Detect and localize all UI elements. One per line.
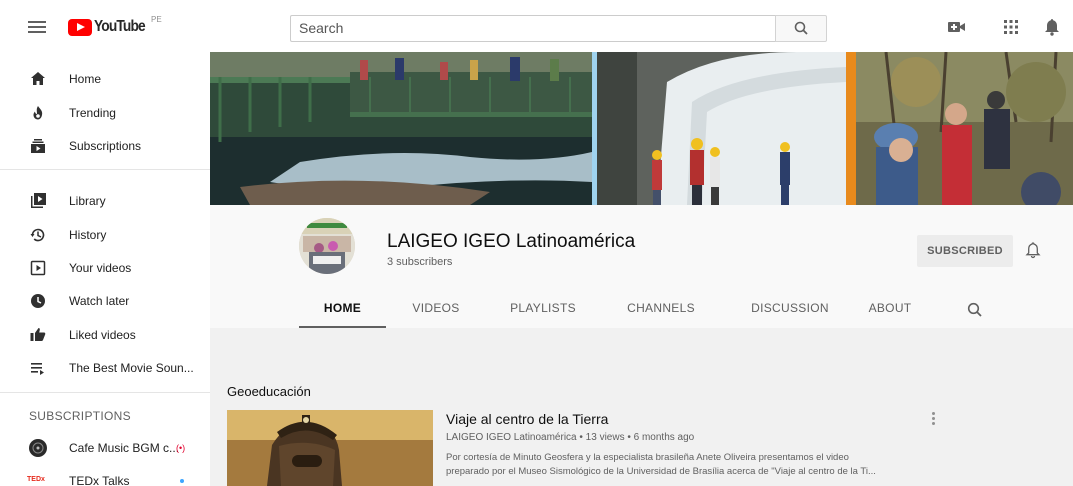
tab-about[interactable]: ABOUT (865, 293, 915, 328)
channel-content: Geoeducación Viaje al centro de la Tierr… (210, 328, 1073, 486)
sidebar-item-label: Trending (69, 105, 116, 120)
shelf-title[interactable]: Geoeducación (227, 384, 311, 399)
channel-name: LAIGEO IGEO Latinoamérica (387, 231, 636, 252)
logo-text: YouTube (94, 18, 146, 35)
sidebar-item-watch-later[interactable]: Watch later (0, 284, 210, 317)
create-video-icon[interactable] (948, 20, 966, 34)
youtube-logo[interactable]: YouTube PE (68, 15, 162, 38)
sidebar-item-label: Library (69, 193, 106, 208)
channel-avatar: TEDx (27, 476, 45, 483)
sidebar-subscription-tedx-talks[interactable]: TEDx TEDx Talks (0, 464, 210, 486)
sidebar-item-label: The Best Movie Soun... (69, 360, 194, 375)
home-icon (31, 72, 45, 85)
video-thumbnail[interactable] (227, 410, 433, 486)
notification-bell-icon[interactable] (1023, 240, 1043, 260)
your-videos-icon (30, 260, 46, 276)
sidebar-item-home[interactable]: Home (0, 62, 210, 95)
sidebar-item-liked-videos[interactable]: Liked videos (0, 318, 210, 351)
video-description-line: preparado por el Museo Sismológico de la… (446, 466, 876, 477)
search-button[interactable] (775, 15, 827, 42)
sidebar: Home Trending Subscriptions Library Hist… (0, 52, 210, 486)
new-content-dot (180, 479, 184, 483)
tab-channels[interactable]: CHANNELS (620, 293, 702, 328)
banner-image-waterfall (210, 52, 592, 205)
search-input[interactable]: Search (290, 15, 775, 42)
video-meta: LAIGEO IGEO Latinoamérica • 13 views • 6… (446, 432, 695, 443)
playlist-icon (31, 363, 44, 375)
sidebar-item-label: TEDx Talks (69, 473, 130, 486)
video-title[interactable]: Viaje al centro de la Tierra (446, 411, 608, 427)
sidebar-item-label: Subscriptions (69, 138, 142, 153)
watch-later-icon (31, 294, 45, 308)
sidebar-item-history[interactable]: History (0, 218, 210, 251)
notifications-bell-icon[interactable] (1044, 18, 1060, 36)
banner-image-workers (597, 52, 846, 205)
tab-playlists[interactable]: PLAYLISTS (503, 293, 583, 328)
sidebar-item-label: Watch later (69, 293, 130, 308)
top-bar: YouTube PE Search (0, 0, 1073, 52)
subscriptions-section-title: SUBSCRIPTIONS (29, 409, 131, 423)
thumbs-up-icon (30, 328, 46, 341)
menu-icon[interactable] (28, 21, 46, 34)
sidebar-item-label: Cafe Music BGM c... (69, 440, 180, 455)
youtube-play-icon (68, 19, 92, 36)
sidebar-subscription-cafe-music[interactable]: Cafe Music BGM c... (•) (0, 431, 210, 464)
sidebar-item-playlist[interactable]: The Best Movie Soun... (0, 351, 210, 384)
sidebar-item-subscriptions[interactable]: Subscriptions (0, 129, 210, 162)
subscribed-button[interactable]: SUBSCRIBED (917, 235, 1013, 267)
history-icon (30, 228, 45, 242)
channel-search-icon[interactable] (965, 300, 985, 320)
channel-banner (210, 52, 1073, 205)
subscriber-count: 3 subscribers (387, 256, 453, 268)
banner-separator (846, 52, 856, 205)
channel-header: LAIGEO IGEO Latinoamérica 3 subscribers … (210, 205, 1073, 328)
library-icon (31, 193, 46, 208)
video-description-line: Por cortesía de Minuto Geosfera y la esp… (446, 452, 849, 463)
channel-tabs: HOME VIDEOS PLAYLISTS CHANNELS DISCUSSIO… (210, 293, 1073, 328)
sidebar-divider (0, 169, 210, 170)
sidebar-item-label: Home (69, 71, 102, 86)
sidebar-item-label: Liked videos (69, 327, 136, 342)
tab-home[interactable]: HOME (299, 293, 386, 328)
sidebar-item-label: Your videos (69, 260, 132, 275)
subscriptions-icon (31, 139, 45, 153)
search-icon (794, 21, 808, 35)
tab-discussion[interactable]: DISCUSSION (740, 293, 840, 328)
video-description: Por cortesía de Minuto Geosfera y la esp… (446, 451, 946, 479)
tab-videos[interactable]: VIDEOS (406, 293, 466, 328)
region-code: PE (151, 15, 162, 24)
sidebar-item-label: History (69, 227, 107, 242)
banner-image-forest (856, 52, 1073, 205)
more-actions-icon[interactable] (928, 410, 938, 428)
channel-avatar (29, 439, 47, 457)
sidebar-item-trending[interactable]: Trending (0, 96, 210, 129)
sidebar-item-your-videos[interactable]: Your videos (0, 251, 210, 284)
apps-grid-icon[interactable] (1003, 19, 1019, 35)
channel-avatar[interactable] (299, 218, 355, 274)
trending-flame-icon (33, 106, 43, 120)
sidebar-item-library[interactable]: Library (0, 184, 210, 217)
live-indicator-icon: (•) (176, 443, 186, 453)
sidebar-divider (0, 392, 210, 393)
